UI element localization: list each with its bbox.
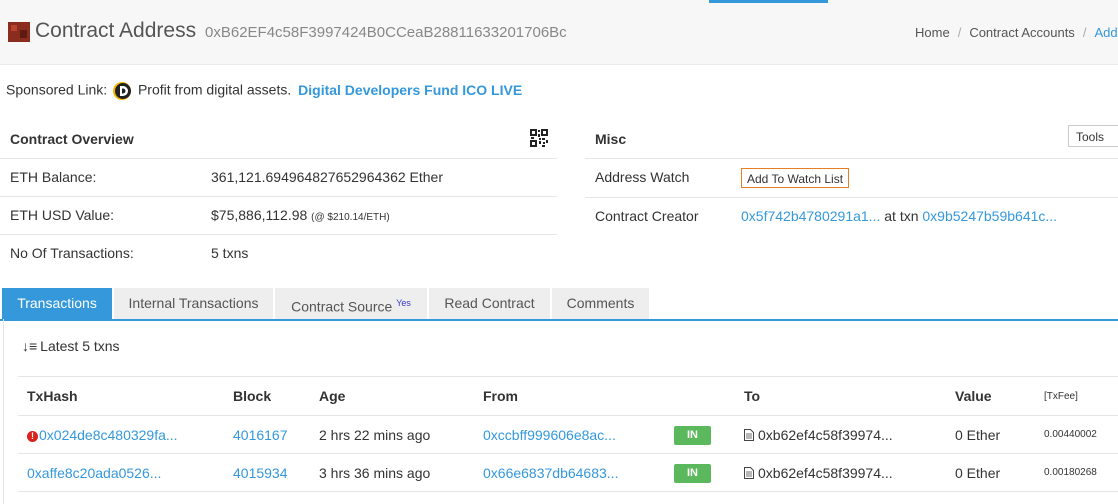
col-txfee[interactable]: [TxFee] (1044, 376, 1118, 416)
sponsored-ico-link[interactable]: Digital Developers Fund ICO LIVE (298, 82, 522, 98)
eth-balance-row: ETH Balance: 361,121.694964827652964362 … (0, 159, 557, 197)
txhash-cell: ! 0x024de8c480329fa... (18, 415, 233, 454)
txhash-link[interactable]: 0x024de8c480329fa... (39, 427, 178, 443)
sponsored-label: Sponsored Link: (6, 81, 108, 98)
misc-header: Misc Tools (585, 120, 1118, 159)
contract-creator-row: Contract Creator 0x5f742b4780291a1... at… (585, 198, 1118, 236)
in-badge: IN (674, 463, 711, 483)
table-header-row: TxHash Block Age From To Value [TxFee] (18, 376, 1118, 416)
transactions-table: TxHash Block Age From To Value [TxFee] !… (18, 376, 1118, 492)
contract-source-verified-badge: Yes (396, 298, 411, 308)
sponsored-link-bar: Sponsored Link: Profit from digital asse… (6, 81, 522, 101)
creator-txn-link[interactable]: 0x9b5247b59b641c... (922, 208, 1057, 224)
page-title: Contract Address (35, 19, 197, 42)
eth-usd-value-label: ETH USD Value: (10, 207, 114, 223)
add-to-watch-list-button[interactable]: Add To Watch List (741, 168, 850, 188)
from-cell: 0x66e6837db64683... (483, 453, 674, 492)
tab-contract-source[interactable]: Contract Source Yes (275, 288, 429, 319)
block-cell: 4015934 (233, 453, 319, 492)
block-link[interactable]: 4015934 (233, 465, 288, 481)
breadcrumb-contract-accounts[interactable]: Contract Accounts (969, 25, 1075, 40)
block-link[interactable]: 4016167 (233, 427, 288, 443)
tab-internal-transactions[interactable]: Internal Transactions (114, 288, 275, 319)
direction-cell: IN (674, 453, 744, 492)
misc-title: Misc (595, 131, 627, 147)
to-cell: 0xb62ef4c58f39974... (744, 415, 955, 454)
tx-count-label: No Of Transactions: (10, 245, 134, 261)
txfee-cell: 0.00440002 (1044, 415, 1118, 454)
contract-blockie-icon (8, 22, 30, 42)
breadcrumb-home[interactable]: Home (915, 25, 950, 40)
table-row: 0xaffe8c20ada0526... 4015934 3 hrs 36 mi… (18, 453, 1118, 492)
col-value: Value (955, 376, 1044, 416)
eth-price-note: (@ $210.14/ETH) (311, 212, 390, 223)
value-cell: 0 Ether (955, 453, 1044, 492)
sponsor-logo-icon (113, 82, 132, 100)
contract-file-icon (744, 428, 754, 441)
eth-balance-label: ETH Balance: (10, 169, 97, 185)
table-row: ! 0x024de8c480329fa... 4016167 2 hrs 22 m… (18, 415, 1118, 454)
tab-transactions[interactable]: Transactions (2, 288, 114, 319)
transactions-panel: ↓≡ Latest 5 txns TxHash Block Age From To… (3, 319, 1118, 504)
breadcrumb-current[interactable]: Add (1094, 25, 1117, 40)
contract-file-icon (744, 466, 754, 479)
tab-contract-source-label: Contract Source (291, 298, 393, 315)
txfee-cell: 0.00180268 (1044, 453, 1118, 492)
eth-usd-value-row: ETH USD Value: $75,886,112.98 (@ $210.14… (0, 197, 557, 235)
tx-count-value: 5 txns (211, 245, 249, 261)
from-address-link[interactable]: 0xccbff999606e8ac... (483, 427, 616, 443)
error-icon: ! (27, 430, 38, 442)
col-age: Age (319, 376, 483, 416)
qr-code-icon[interactable] (530, 129, 548, 147)
overview-title: Contract Overview (10, 131, 134, 147)
tx-count-row: No Of Transactions: 5 txns (0, 235, 557, 272)
col-txhash: TxHash (18, 376, 233, 416)
contract-creator-label: Contract Creator (595, 208, 699, 224)
col-direction (674, 376, 744, 416)
tab-comments[interactable]: Comments (552, 288, 651, 319)
age-cell: 2 hrs 22 mins ago (319, 415, 483, 454)
direction-cell: IN (674, 415, 744, 454)
col-from: From (483, 376, 674, 416)
tab-read-contract[interactable]: Read Contract (429, 288, 552, 319)
to-address: 0xb62ef4c58f39974... (758, 464, 893, 481)
address-watch-row: Address Watch Add To Watch List (585, 159, 1118, 198)
breadcrumb-separator: / (1082, 25, 1087, 40)
col-block: Block (233, 376, 319, 416)
value-cell: 0 Ether (955, 415, 1044, 454)
creator-address-link[interactable]: 0x5f742b4780291a1... (741, 208, 880, 224)
in-badge: IN (674, 425, 711, 445)
breadcrumb: Home / Contract Accounts / Add (915, 25, 1118, 40)
to-cell: 0xb62ef4c58f39974... (744, 453, 955, 492)
creator-at-txn-text: at txn (884, 208, 919, 224)
tab-bar: Transactions Internal Transactions Contr… (0, 287, 1118, 321)
block-cell: 4016167 (233, 415, 319, 454)
txhash-cell: 0xaffe8c20ada0526... (18, 453, 233, 492)
breadcrumb-separator: / (957, 25, 962, 40)
from-cell: 0xccbff999606e8ac... (483, 415, 674, 454)
active-nav-indicator (709, 0, 828, 3)
page-header: Contract Address 0xB62EF4c58F3997424B0CC… (0, 0, 1118, 65)
from-address-link[interactable]: 0x66e6837db64683... (483, 465, 618, 481)
contract-overview-panel: Contract Overview ETH Balance: 361,121.6… (0, 120, 557, 272)
contract-creator-value: 0x5f742b4780291a1... at txn 0x9b5247b59b… (741, 208, 1057, 224)
eth-balance-value: 361,121.694964827652964362 Ether (211, 169, 443, 185)
eth-usd-value: $75,886,112.98 (@ $210.14/ETH) (211, 207, 390, 223)
to-address: 0xb62ef4c58f39974... (758, 426, 893, 443)
latest-txns-label: ↓≡ Latest 5 txns (22, 338, 120, 354)
contract-address: 0xB62EF4c58F3997424B0CCeaB28811633201706… (205, 24, 567, 41)
col-to: To (744, 376, 955, 416)
misc-panel: Misc Tools Address Watch Add To Watch Li… (585, 120, 1118, 236)
tools-dropdown-button[interactable]: Tools (1068, 125, 1118, 147)
overview-header: Contract Overview (0, 120, 557, 159)
usd-amount: $75,886,112.98 (211, 207, 308, 223)
latest-txns-text: Latest 5 txns (40, 338, 120, 354)
address-watch-label: Address Watch (595, 169, 690, 185)
sort-icon: ↓≡ (22, 338, 38, 354)
sponsored-text: Profit from digital assets. (137, 81, 292, 98)
age-cell: 3 hrs 36 mins ago (319, 453, 483, 492)
txhash-link[interactable]: 0xaffe8c20ada0526... (27, 465, 161, 481)
